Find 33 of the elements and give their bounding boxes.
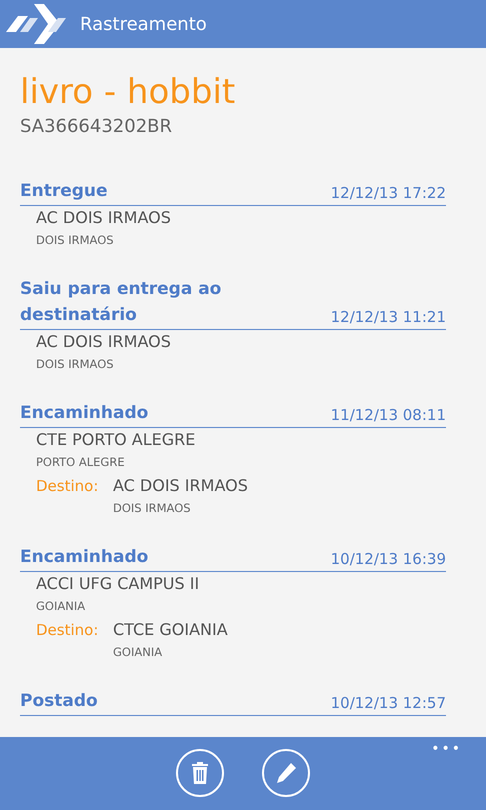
event-city: DOIS IRMAOS (36, 232, 115, 249)
pencil-icon (275, 762, 297, 784)
event-status: Encaminhado (20, 402, 148, 425)
event-datetime: 10/12/13 16:39 (330, 549, 446, 570)
logo-icon (4, 2, 66, 46)
app-title: Rastreamento (80, 14, 207, 34)
event-city: GOIANIA (36, 598, 86, 615)
event-datetime: 12/12/13 17:22 (330, 183, 446, 204)
event-datetime: 10/12/13 12:57 (330, 693, 446, 714)
event-location: CTE PORTO ALEGRE (36, 429, 196, 451)
package-name: livro - hobbit (20, 71, 236, 114)
edit-button[interactable] (262, 749, 310, 797)
destination-city: GOIANIA (113, 644, 164, 661)
event-status: Encaminhado (20, 546, 148, 569)
event-city: DOIS IRMAOS (36, 356, 115, 373)
event-location: AC DOIS IRMAOS (36, 207, 172, 229)
event-status: Saiu para entrega ao destinatário (20, 278, 222, 327)
trash-icon (191, 762, 209, 784)
destination-label: Destino: (36, 476, 100, 497)
event-status: Entregue (20, 180, 108, 203)
destination-city: DOIS IRMAOS (113, 500, 192, 517)
event-city: PORTO ALEGRE (36, 454, 126, 471)
tracking-code: SA366643202BR (20, 115, 173, 139)
event-location: ACCI UFG CAMPUS II (36, 573, 200, 595)
destination-location: CTCE GOIANIA (113, 619, 229, 641)
event-datetime: 11/12/13 08:11 (330, 405, 446, 426)
destination-label: Destino: (36, 620, 100, 641)
event-location: AC DOIS IRMAOS (36, 331, 172, 353)
delete-button[interactable] (176, 749, 224, 797)
destination-location: AC DOIS IRMAOS (113, 475, 249, 497)
event-datetime: 12/12/13 11:21 (330, 307, 446, 328)
event-status: Postado (20, 690, 98, 713)
more-button[interactable]: ••• (431, 741, 462, 757)
